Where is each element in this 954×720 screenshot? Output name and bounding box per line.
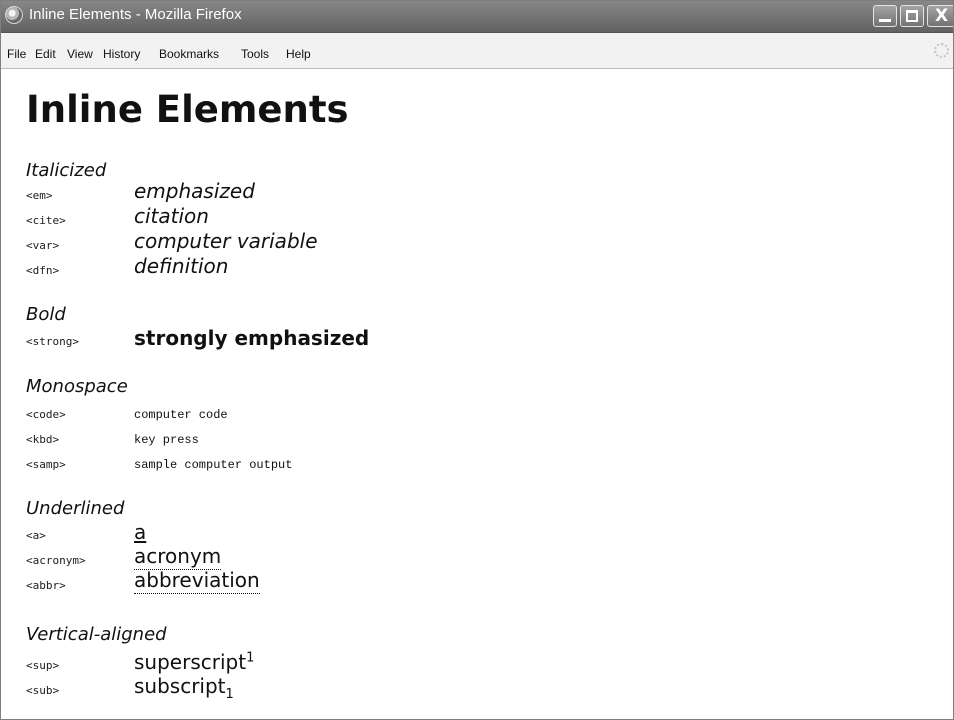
menu-edit[interactable]: Edit — [35, 47, 56, 61]
loading-throbber-icon — [934, 43, 949, 58]
menu-tools[interactable]: Tools — [241, 47, 269, 61]
menu-bookmarks[interactable]: Bookmarks — [159, 47, 219, 61]
firefox-icon — [5, 6, 23, 24]
menu-file[interactable]: File — [7, 47, 26, 61]
var-example: computer variable — [134, 229, 318, 253]
sup-tag: <sup> — [26, 659, 60, 672]
abbr-example: abbreviation — [134, 568, 260, 594]
bold-heading: Bold — [26, 304, 66, 325]
superscript-marker: 1 — [246, 650, 255, 666]
close-icon: X — [935, 6, 949, 26]
em-tag: <em> — [26, 189, 53, 202]
page-title: Inline Elements — [26, 88, 349, 131]
em-example: emphasized — [134, 179, 255, 203]
code-tag: <code> — [26, 408, 66, 421]
a-tag: <a> — [26, 529, 46, 542]
close-button[interactable]: X — [927, 5, 953, 27]
window-controls: X — [873, 5, 953, 29]
maximize-button[interactable] — [900, 5, 924, 27]
superscript-example: superscript1 — [134, 651, 254, 674]
vertical-aligned-heading: Vertical-aligned — [26, 624, 167, 645]
window-title: Inline Elements - Mozilla Firefox — [29, 6, 242, 23]
cite-tag: <cite> — [26, 214, 66, 227]
menu-history[interactable]: History — [103, 47, 140, 61]
a-link-example[interactable]: a — [134, 521, 146, 544]
strong-tag: <strong> — [26, 335, 79, 348]
browser-window: Inline Elements - Mozilla Firefox X File… — [0, 0, 954, 720]
subscript-marker: 1 — [225, 687, 234, 702]
title-bar[interactable]: Inline Elements - Mozilla Firefox X — [1, 1, 953, 33]
kbd-example: key press — [134, 433, 199, 447]
monospace-heading: Monospace — [26, 376, 128, 397]
acronym-example: acronym — [134, 544, 222, 570]
acronym-tag: <acronym> — [26, 554, 86, 567]
cite-example: citation — [134, 204, 209, 228]
minimize-button[interactable] — [873, 5, 897, 27]
maximize-icon — [906, 10, 918, 22]
dfn-example: definition — [134, 254, 229, 278]
code-example: computer code — [134, 408, 228, 422]
dfn-tag: <dfn> — [26, 264, 60, 277]
menu-help[interactable]: Help — [286, 47, 311, 61]
italicized-heading: Italicized — [26, 160, 107, 181]
sub-tag: <sub> — [26, 684, 60, 697]
kbd-tag: <kbd> — [26, 433, 60, 446]
subscript-text: subscript — [134, 674, 226, 698]
strong-example: strongly emphasized — [134, 326, 370, 350]
menu-view[interactable]: View — [67, 47, 93, 61]
samp-tag: <samp> — [26, 458, 66, 471]
abbr-tag: <abbr> — [26, 579, 66, 592]
subscript-example: subscript1 — [134, 674, 234, 702]
superscript-text: superscript — [134, 650, 247, 674]
web-page-content[interactable]: Inline Elements Italicized <em> emphasiz… — [1, 69, 953, 719]
underlined-heading: Underlined — [26, 498, 125, 519]
var-tag: <var> — [26, 239, 60, 252]
samp-example: sample computer output — [134, 458, 293, 472]
minimize-icon — [879, 19, 891, 22]
menu-bar: File Edit View History Bookmarks Tools H… — [1, 33, 953, 69]
